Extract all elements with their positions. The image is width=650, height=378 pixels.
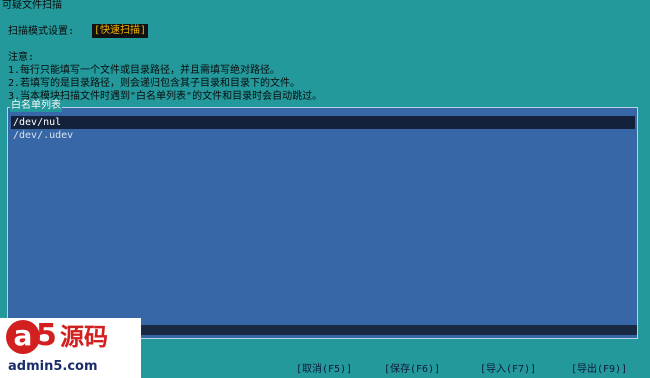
export-button[interactable]: [导出(F9)] bbox=[571, 364, 627, 376]
logo-text: 源码 bbox=[60, 323, 108, 351]
note-item: 1.每行只能填写一个文件或目录路径，并且需填写绝对路径。 bbox=[8, 65, 281, 76]
scan-mode-select[interactable]: [快速扫描] bbox=[92, 24, 149, 38]
scan-mode-label: 扫描模式设置: bbox=[8, 26, 75, 37]
window-title: 可疑文件扫描 bbox=[2, 0, 62, 11]
logo-mark-a: a bbox=[6, 320, 40, 354]
whitelist-entry[interactable]: /dev/nul bbox=[11, 116, 635, 129]
logo-mark-5: 5 bbox=[36, 318, 57, 353]
watermark-logo: a 5 源码 admin5.com bbox=[0, 318, 141, 378]
note-item: 2.若填写的是目录路径，则会递归包含其子目录和目录下的文件。 bbox=[8, 78, 301, 89]
save-button[interactable]: [保存(F6)] bbox=[384, 364, 440, 376]
import-button[interactable]: [导入(F7)] bbox=[480, 364, 536, 376]
whitelist-title: 白名单列表 bbox=[10, 100, 62, 112]
whitelist-entry[interactable]: /dev/.udev bbox=[11, 129, 635, 142]
cancel-button[interactable]: [取消(F5)] bbox=[296, 364, 352, 376]
logo-url: admin5.com bbox=[8, 359, 98, 374]
whitelist-textarea[interactable]: /dev/nul /dev/.udev bbox=[11, 116, 635, 336]
notes-title: 注意: bbox=[8, 52, 35, 63]
